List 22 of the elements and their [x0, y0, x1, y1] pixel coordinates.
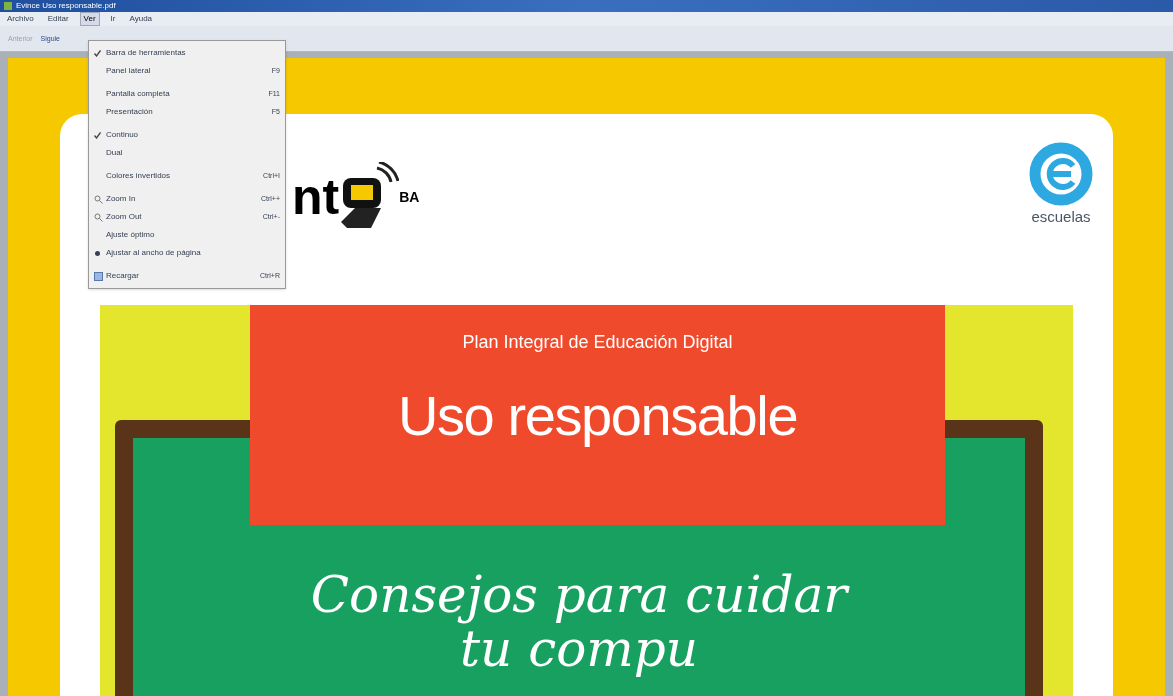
- menu-title[interactable]: Ayuda: [126, 13, 156, 25]
- menu-title[interactable]: Archivo: [4, 13, 37, 25]
- menu-title[interactable]: Editar: [44, 13, 72, 25]
- logo-caption: escuelas: [1031, 207, 1091, 227]
- app-icon: [4, 2, 12, 10]
- logo-text: nt: [292, 172, 340, 222]
- circle-logo-icon: [1029, 142, 1093, 206]
- menu-title[interactable]: Ir: [107, 13, 119, 25]
- menu-item[interactable]: Ajuste óptimo: [89, 226, 285, 244]
- magnifier-icon: [94, 212, 103, 222]
- menu-item[interactable]: Ajustar al ancho de página: [89, 244, 285, 262]
- menu-item[interactable]: Dual: [89, 144, 285, 162]
- magnifier-icon: [94, 194, 103, 204]
- logo-badge-text: BA: [399, 187, 420, 207]
- chalkboard-text: Consejos para cuidar: [310, 568, 848, 622]
- banner-subtitle: Plan Integral de Educación Digital: [462, 331, 733, 354]
- banner-title: Uso responsable: [397, 383, 798, 449]
- menu-item[interactable]: Continuo: [89, 126, 285, 144]
- menu-item[interactable]: Barra de herramientas: [89, 44, 285, 62]
- window-title: Evince Uso responsable.pdf: [16, 2, 116, 10]
- menu-title[interactable]: Ver: [79, 12, 100, 26]
- document-icon: [94, 271, 103, 281]
